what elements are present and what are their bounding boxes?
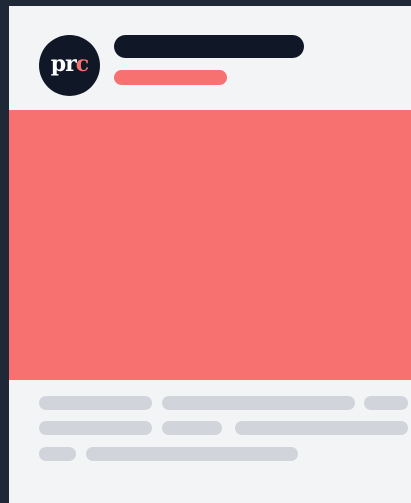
text-line-placeholder xyxy=(364,396,408,410)
image-placeholder xyxy=(9,110,411,380)
text-line-placeholder xyxy=(86,447,298,461)
logo-text-main: pr xyxy=(50,51,77,77)
logo-text-accent: c xyxy=(75,51,89,77)
text-line-placeholder xyxy=(235,421,408,435)
subtitle-placeholder xyxy=(114,70,227,85)
brand-logo-icon: prc xyxy=(50,51,89,77)
text-line-placeholder xyxy=(39,396,152,410)
app-frame: prc xyxy=(0,0,411,503)
avatar: prc xyxy=(39,35,100,96)
loading-card: prc xyxy=(9,6,411,503)
text-line-placeholder xyxy=(162,396,355,410)
text-line-placeholder xyxy=(162,421,222,435)
text-line-placeholder xyxy=(39,421,152,435)
text-line-placeholder xyxy=(39,447,76,461)
title-placeholder xyxy=(114,35,304,58)
